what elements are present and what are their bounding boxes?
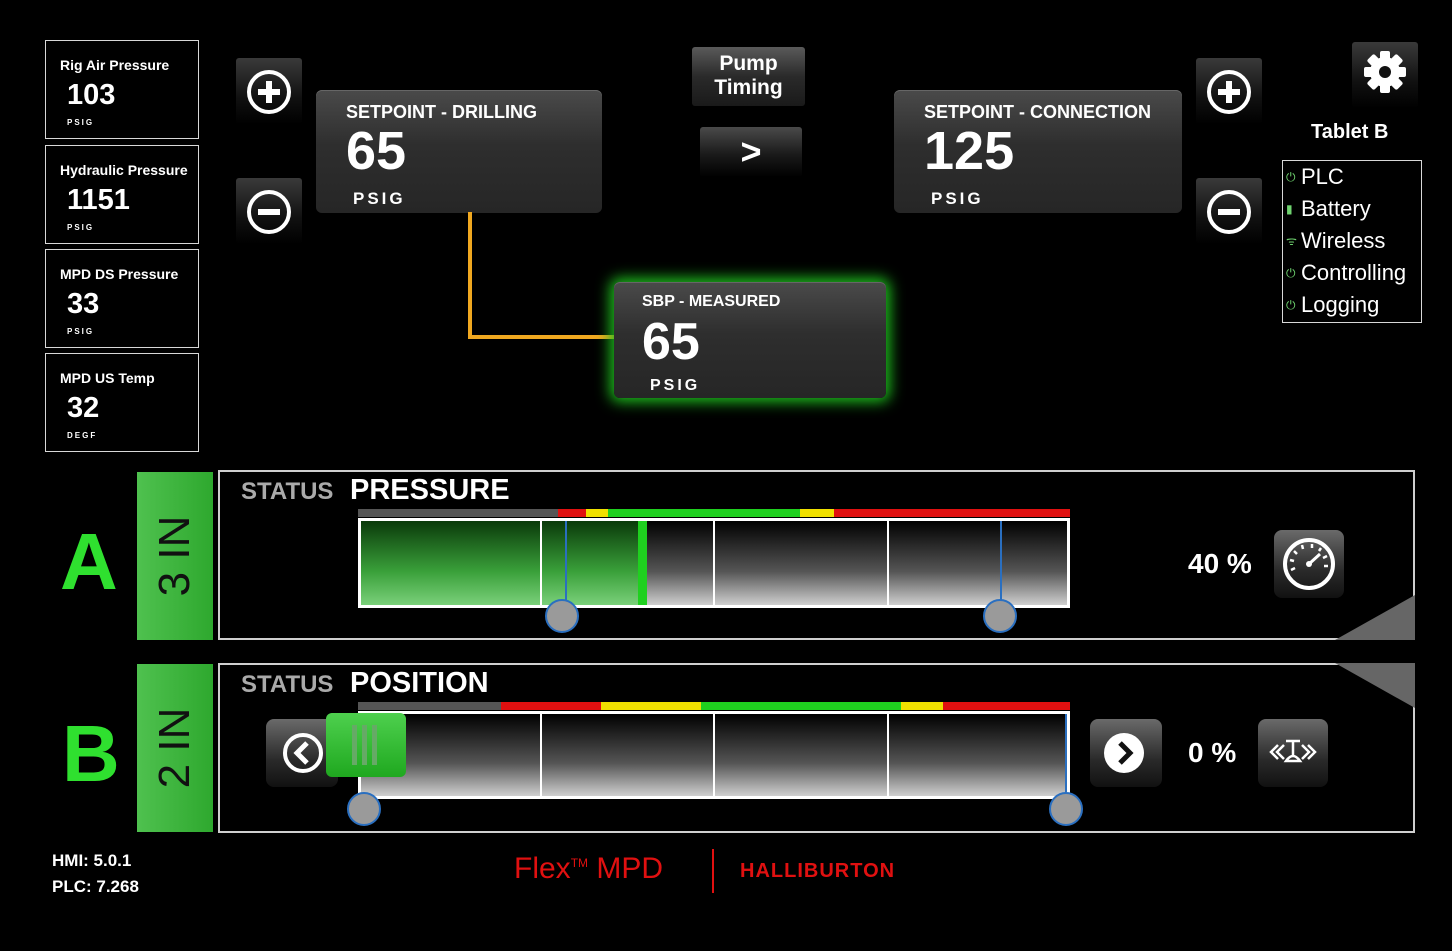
pump-timing-label-2: Timing xyxy=(714,76,783,99)
valve-a-high-limit-handle[interactable] xyxy=(983,599,1017,633)
status-item-battery: ▮ Battery xyxy=(1283,193,1421,225)
sensor-value: 1151 xyxy=(67,184,130,216)
valve-a-mode-button[interactable] xyxy=(1274,530,1344,598)
valve-a-size: 3 IN xyxy=(150,515,199,597)
valve-a-size-tab[interactable]: 3 IN xyxy=(137,472,213,640)
sensor-value: 103 xyxy=(67,79,116,111)
power-icon: ⏻ xyxy=(1286,266,1296,280)
company-logo: HALLIBURTON xyxy=(740,860,896,882)
valve-b-high-marker xyxy=(1065,714,1067,796)
hmi-version: HMI: 5.0.1 xyxy=(52,851,132,870)
valve-a-high-marker xyxy=(1000,521,1002,605)
sensor-unit: DEGF xyxy=(67,431,98,440)
minus-circle-icon xyxy=(247,190,291,234)
power-icon: ⏻ xyxy=(1286,170,1296,184)
valve-a-range-bar xyxy=(358,509,1070,517)
valve-b-letter: B xyxy=(62,709,120,798)
valve-a-fill-marker xyxy=(638,521,647,605)
sbp-measured-value: 65 xyxy=(642,313,700,371)
plus-circle-icon xyxy=(247,70,291,114)
sensor-value: 32 xyxy=(67,392,100,424)
sensor-unit: PSIG xyxy=(67,327,95,336)
valve-b-percent: 0 % xyxy=(1188,737,1237,768)
valve-b-step-right-button[interactable] xyxy=(1090,719,1162,787)
valve-a-panel: STATUS PRESSURE 40 % xyxy=(218,470,1415,640)
sensor-unit: PSIG xyxy=(67,118,95,127)
sensor-label: Hydraulic Pressure xyxy=(60,162,188,178)
valve-a-percent: 40 % xyxy=(1188,548,1252,579)
battery-icon: ▮ xyxy=(1286,202,1293,216)
valve-b-position-slider-handle[interactable] xyxy=(326,713,406,777)
gauge-icon xyxy=(1283,538,1335,590)
sensor-value: 33 xyxy=(67,288,100,320)
settings-button[interactable] xyxy=(1352,42,1418,108)
sensor-mpd-ds-pressure: MPD DS Pressure 33 PSIG xyxy=(45,249,199,348)
valve-actuator-icon xyxy=(1269,739,1317,763)
valve-b-panel: STATUS POSITION 0 % xyxy=(218,663,1415,833)
setpoint-connection-unit: PSIG xyxy=(931,189,984,208)
valve-a-fill xyxy=(361,521,643,605)
drilling-decrease-button[interactable] xyxy=(236,178,302,244)
status-item-plc: ⏻ PLC xyxy=(1283,161,1421,193)
valve-b-size-tab[interactable]: 2 IN xyxy=(137,664,213,832)
connection-increase-button[interactable] xyxy=(1196,58,1262,124)
gear-icon xyxy=(1364,51,1406,93)
valve-b-range-bar xyxy=(358,702,1070,710)
sensor-label: MPD DS Pressure xyxy=(60,266,179,282)
sensor-hydraulic-pressure: Hydraulic Pressure 1151 PSIG xyxy=(45,145,199,244)
sbp-measured-title: SBP - MEASURED xyxy=(642,293,781,310)
valve-b-corner-accent xyxy=(1335,663,1415,708)
drilling-increase-button[interactable] xyxy=(236,58,302,124)
plus-circle-icon xyxy=(1207,70,1251,114)
valve-b-mode-button[interactable] xyxy=(1258,719,1328,787)
sensor-label: MPD US Temp xyxy=(60,370,155,386)
tablet-label: Tablet B xyxy=(1311,121,1389,143)
valve-a-low-marker xyxy=(565,521,567,605)
sbp-measured-card: SBP - MEASURED 65 PSIG xyxy=(614,282,886,398)
sensor-mpd-us-temp: MPD US Temp 32 DEGF xyxy=(45,353,199,452)
pump-timing-next-button[interactable]: > xyxy=(700,127,802,177)
valve-a-letter: A xyxy=(60,517,118,606)
product-logo: FlexTM MPD xyxy=(514,852,664,885)
sensor-unit: PSIG xyxy=(67,223,95,232)
setpoint-drilling-card[interactable]: SETPOINT - DRILLING 65 PSIG xyxy=(316,90,602,213)
chevron-right-circle-icon xyxy=(1104,733,1144,773)
status-item-wireless: ᯤ Wireless xyxy=(1283,225,1421,257)
setpoint-drilling-unit: PSIG xyxy=(353,189,406,208)
plc-version: PLC: 7.268 xyxy=(52,877,139,896)
setpoint-drilling-value: 65 xyxy=(346,121,407,181)
valve-a-gauge-track xyxy=(358,518,1070,608)
sbp-measured-unit: PSIG xyxy=(650,377,701,394)
valve-b-status-label: STATUS xyxy=(241,671,334,698)
system-status-list: ⏻ PLC ▮ Battery ᯤ Wireless ⏻ Controlling… xyxy=(1282,160,1422,323)
valve-b-status-value: POSITION xyxy=(350,667,489,699)
setpoint-connection-value: 125 xyxy=(924,121,1015,181)
power-icon: ⏻ xyxy=(1286,298,1296,312)
valve-a-corner-accent xyxy=(1335,595,1415,640)
status-item-logging: ⏻ Logging xyxy=(1283,289,1421,321)
sensor-rig-air-pressure: Rig Air Pressure 103 PSIG xyxy=(45,40,199,139)
setpoint-connector-line xyxy=(468,212,615,339)
valve-b-low-limit-handle[interactable] xyxy=(347,792,381,826)
brand-divider xyxy=(712,849,714,893)
setpoint-connection-card[interactable]: SETPOINT - CONNECTION 125 PSIG xyxy=(894,90,1182,213)
valve-b-gauge-track xyxy=(358,711,1070,799)
sensor-label: Rig Air Pressure xyxy=(60,57,170,73)
pump-timing-button[interactable]: Pump Timing xyxy=(692,47,805,106)
status-item-controlling: ⏻ Controlling xyxy=(1283,257,1421,289)
valve-b-size: 2 IN xyxy=(150,707,199,789)
pump-timing-label-1: Pump xyxy=(719,52,778,75)
valve-a-low-limit-handle[interactable] xyxy=(545,599,579,633)
valve-b-high-limit-handle[interactable] xyxy=(1049,792,1083,826)
valve-a-status-label: STATUS xyxy=(241,478,334,505)
valve-a-status-value: PRESSURE xyxy=(350,474,510,506)
connection-decrease-button[interactable] xyxy=(1196,178,1262,244)
wifi-icon: ᯤ xyxy=(1286,234,1297,248)
minus-circle-icon xyxy=(1207,190,1251,234)
